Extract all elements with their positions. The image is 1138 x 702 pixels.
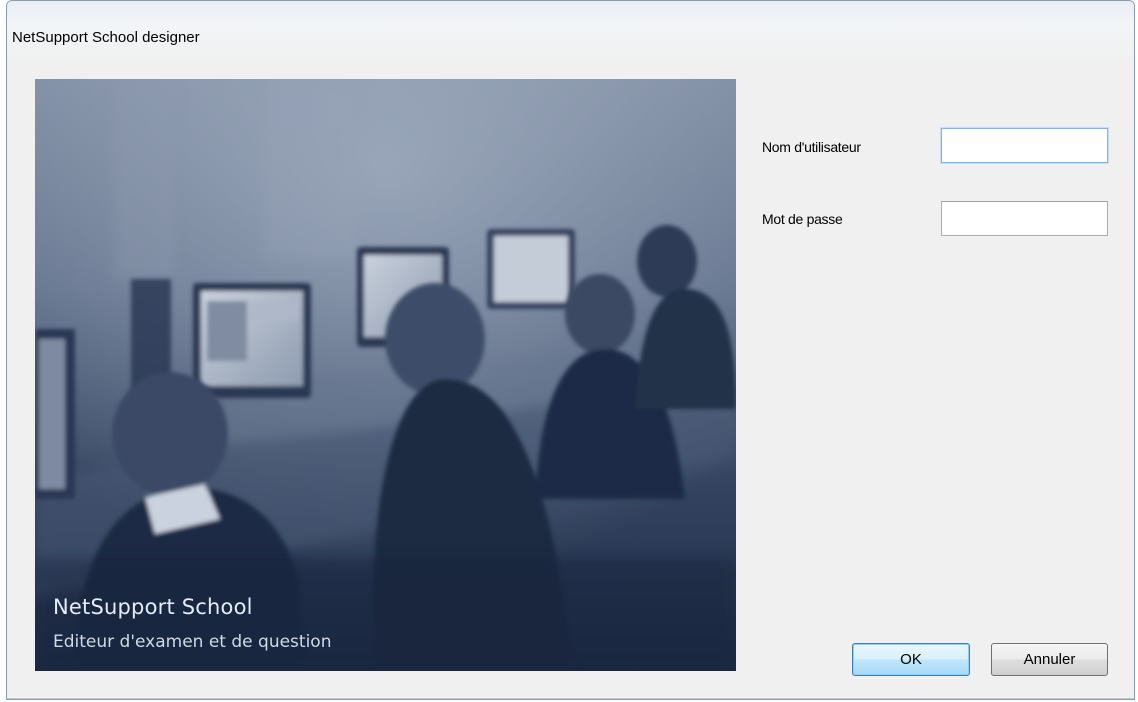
password-label: Mot de passe <box>762 211 843 227</box>
ok-button[interactable]: OK <box>852 643 970 676</box>
classroom-photo <box>35 79 736 671</box>
banner-image: NetSupport School Editeur d'examen et de… <box>35 79 736 671</box>
login-dialog: NetSupport School designer NetSupport Sc… <box>6 0 1135 700</box>
cancel-button[interactable]: Annuler <box>991 643 1108 676</box>
banner-subtitle: Editeur d'examen et de question <box>53 632 332 652</box>
password-input[interactable] <box>941 201 1108 236</box>
window-bottom-border <box>7 698 1134 699</box>
username-label: Nom d'utilisateur <box>762 139 861 155</box>
window-title: NetSupport School designer <box>12 29 200 46</box>
title-bar[interactable]: NetSupport School designer <box>7 1 1134 59</box>
username-input[interactable] <box>941 128 1108 163</box>
banner-title: NetSupport School <box>53 595 253 619</box>
